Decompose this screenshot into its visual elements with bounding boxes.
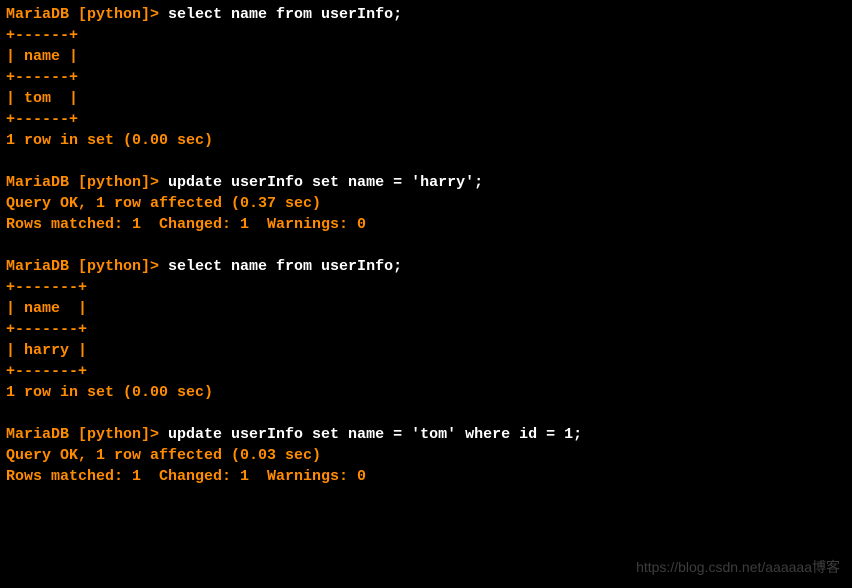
- command-text: update userInfo set name = 'tom' where i…: [168, 426, 582, 443]
- result-text: | name |: [6, 48, 78, 65]
- terminal-line: [6, 235, 846, 256]
- result-text: 1 row in set (0.00 sec): [6, 384, 213, 401]
- terminal-line: MariaDB [python]> select name from userI…: [6, 256, 846, 277]
- prompt-text: MariaDB [python]>: [6, 426, 168, 443]
- terminal-line: +-------+: [6, 361, 846, 382]
- result-text: 1 row in set (0.00 sec): [6, 132, 213, 149]
- prompt-text: MariaDB [python]>: [6, 174, 168, 191]
- terminal-line: +-------+: [6, 277, 846, 298]
- terminal-line: [6, 151, 846, 172]
- result-text: Rows matched: 1 Changed: 1 Warnings: 0: [6, 216, 366, 233]
- result-text: [6, 153, 15, 170]
- prompt-text: MariaDB [python]>: [6, 258, 168, 275]
- terminal-line: +------+: [6, 67, 846, 88]
- command-text: select name from userInfo;: [168, 258, 402, 275]
- terminal-line: | harry |: [6, 340, 846, 361]
- command-text: update userInfo set name = 'harry';: [168, 174, 483, 191]
- command-text: select name from userInfo;: [168, 6, 402, 23]
- result-text: +------+: [6, 27, 78, 44]
- watermark-text: https://blog.csdn.net/aaaaaa博客: [636, 558, 840, 578]
- terminal-line: MariaDB [python]> update userInfo set na…: [6, 424, 846, 445]
- result-text: Rows matched: 1 Changed: 1 Warnings: 0: [6, 468, 366, 485]
- result-text: | tom |: [6, 90, 78, 107]
- terminal-line: Rows matched: 1 Changed: 1 Warnings: 0: [6, 466, 846, 487]
- result-text: [6, 405, 15, 422]
- result-text: | name |: [6, 300, 87, 317]
- terminal-line: 1 row in set (0.00 sec): [6, 382, 846, 403]
- result-text: | harry |: [6, 342, 87, 359]
- prompt-text: MariaDB [python]>: [6, 6, 168, 23]
- terminal-line: 1 row in set (0.00 sec): [6, 130, 846, 151]
- result-text: Query OK, 1 row affected (0.37 sec): [6, 195, 321, 212]
- result-text: +-------+: [6, 279, 87, 296]
- terminal-line: Query OK, 1 row affected (0.37 sec): [6, 193, 846, 214]
- terminal-line: +------+: [6, 25, 846, 46]
- terminal-line: | tom |: [6, 88, 846, 109]
- terminal-output[interactable]: MariaDB [python]> select name from userI…: [6, 4, 846, 487]
- terminal-line: Rows matched: 1 Changed: 1 Warnings: 0: [6, 214, 846, 235]
- result-text: +-------+: [6, 321, 87, 338]
- terminal-line: +------+: [6, 109, 846, 130]
- terminal-line: | name |: [6, 46, 846, 67]
- result-text: [6, 237, 15, 254]
- result-text: +------+: [6, 111, 78, 128]
- result-text: +-------+: [6, 363, 87, 380]
- terminal-line: Query OK, 1 row affected (0.03 sec): [6, 445, 846, 466]
- terminal-line: MariaDB [python]> select name from userI…: [6, 4, 846, 25]
- terminal-line: | name |: [6, 298, 846, 319]
- result-text: Query OK, 1 row affected (0.03 sec): [6, 447, 321, 464]
- terminal-line: +-------+: [6, 319, 846, 340]
- result-text: +------+: [6, 69, 78, 86]
- terminal-line: [6, 403, 846, 424]
- terminal-line: MariaDB [python]> update userInfo set na…: [6, 172, 846, 193]
